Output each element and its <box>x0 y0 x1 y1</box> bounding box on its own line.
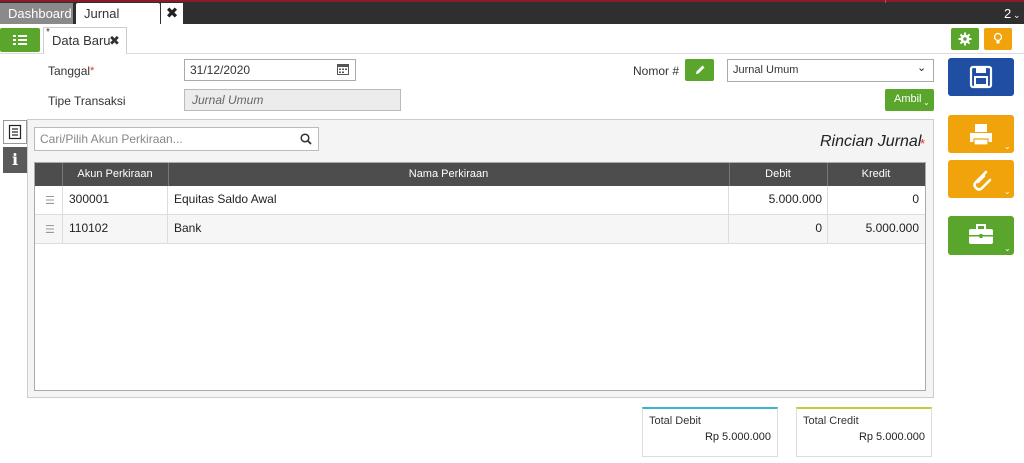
attach-button[interactable]: ⌄ <box>948 160 1014 198</box>
akun-cell[interactable]: 300001 <box>69 185 109 214</box>
total-credit-value: Rp 5.000.000 <box>858 431 925 443</box>
close-icon: ✖ <box>165 5 179 22</box>
header-divider <box>62 163 63 186</box>
document-list-icon <box>8 124 22 140</box>
column-akun-perkiraan[interactable]: Akun Perkiraan <box>62 163 168 186</box>
tipe-transaksi-field: Jurnal Umum <box>184 89 401 111</box>
chevron-down-icon: ⌄ <box>1004 142 1011 151</box>
kredit-cell[interactable]: 5.000.000 <box>827 214 919 243</box>
total-credit-card: Total Credit Rp 5.000.000 <box>796 407 932 457</box>
header-divider <box>827 163 828 186</box>
nomor-select[interactable]: Jurnal Umum <box>727 59 934 82</box>
required-mark: * <box>90 65 95 77</box>
tanggal-label: Tanggal <box>48 64 91 78</box>
total-debit-card: Total Debit Rp 5.000.000 <box>642 407 778 457</box>
row-divider <box>62 186 63 244</box>
briefcase-button[interactable]: ⌄ <box>948 216 1014 255</box>
nama-cell[interactable]: Equitas Saldo Awal <box>174 185 277 214</box>
drag-handle-icon[interactable]: ☰ <box>45 223 55 236</box>
tab-jurnal-umum[interactable]: Jurnal Umum <box>76 3 160 42</box>
detail-list-toggle[interactable] <box>3 120 27 144</box>
print-button[interactable]: ⌄ <box>948 115 1014 153</box>
nomor-label: Nomor # <box>633 64 680 78</box>
header-divider <box>729 163 730 186</box>
column-kredit[interactable]: Kredit <box>827 163 925 186</box>
lightbulb-icon <box>993 32 1003 44</box>
akun-search-input[interactable]: Cari/Pilih Akun Perkiraan... <box>34 127 319 151</box>
required-mark: * <box>920 136 926 151</box>
list-menu-button[interactable] <box>0 28 40 52</box>
kredit-cell[interactable]: 0 <box>827 185 919 214</box>
debit-cell[interactable]: 0 <box>729 214 822 243</box>
edit-nomor-button[interactable] <box>685 59 714 81</box>
row-divider <box>827 186 828 244</box>
chevron-down-icon: ⌄ <box>1004 187 1011 196</box>
chevron-down-icon: ⌄ <box>923 98 930 107</box>
close-subtab-button[interactable]: ✖ <box>109 27 120 54</box>
debit-cell[interactable]: 5.000.000 <box>729 185 822 214</box>
search-icon[interactable] <box>300 133 312 148</box>
tanggal-input[interactable]: 31/12/2020 <box>184 59 356 81</box>
chevron-down-icon: ⌄ <box>917 62 927 74</box>
total-credit-label: Total Credit <box>803 415 859 427</box>
tipe-transaksi-label: Tipe Transaksi <box>48 94 126 108</box>
save-icon <box>969 65 993 89</box>
info-button[interactable]: i <box>3 147 27 173</box>
tab-dashboard[interactable]: Dashboard <box>0 3 73 24</box>
unsaved-marker: * <box>46 27 50 38</box>
info-icon: i <box>11 150 19 169</box>
nama-cell[interactable]: Bank <box>174 214 201 243</box>
chevron-down-icon: ⌄ <box>1004 244 1011 253</box>
akun-cell[interactable]: 110102 <box>69 214 108 243</box>
sub-tab-bar <box>0 24 1024 54</box>
total-debit-label: Total Debit <box>649 415 701 427</box>
total-debit-value: Rp 5.000.000 <box>704 431 771 443</box>
column-nama-perkiraan[interactable]: Nama Perkiraan <box>168 163 729 186</box>
gear-icon <box>958 32 972 46</box>
row-divider <box>167 186 168 244</box>
drag-handle-icon[interactable]: ☰ <box>45 194 55 207</box>
header-divider <box>168 163 169 186</box>
list-menu-icon <box>13 35 27 45</box>
row-divider <box>728 186 729 244</box>
pencil-icon <box>696 65 705 74</box>
chevron-down-icon: ⌄ <box>1013 10 1021 20</box>
rincian-jurnal-title: Rincian Jurnal <box>820 133 922 150</box>
save-button[interactable] <box>948 58 1014 96</box>
settings-button[interactable] <box>951 28 979 50</box>
close-icon: ✖ <box>109 33 120 48</box>
calendar-icon[interactable] <box>337 63 349 78</box>
column-debit[interactable]: Debit <box>729 163 827 186</box>
window-accent-mark <box>885 0 886 3</box>
tips-button[interactable] <box>984 28 1012 50</box>
close-tab-button[interactable]: ✖ <box>161 3 183 24</box>
